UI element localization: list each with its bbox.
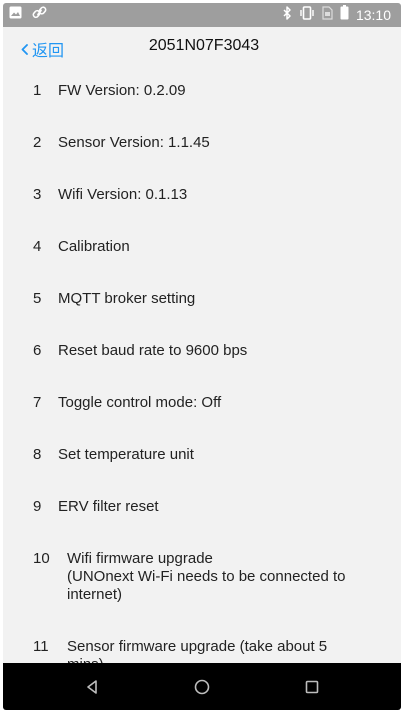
item-label: Reset baud rate to 9600 bps [58,342,248,359]
image-icon [9,6,22,24]
link-icon [32,6,47,24]
navigation-bar [3,663,401,710]
recents-square-icon [305,680,319,694]
item-label: Toggle control mode: Off [58,394,222,411]
item-number: 10 [33,550,50,567]
vibrate-icon [299,5,315,25]
item-label: ERV filter reset [58,498,159,515]
clock-time: 13:10 [355,7,391,23]
item-label: Wifi Version: 0.1.13 [58,186,188,203]
item-number: 6 [33,342,42,359]
status-bar: 13:10 [3,3,401,27]
item-number: 9 [33,498,42,515]
item-number: 3 [33,186,42,203]
item-number: 11 [33,638,49,655]
bluetooth-icon [283,5,292,25]
item-label: FW Version: 0.2.09 [58,82,186,99]
item-number: 7 [33,394,42,411]
item-label: Calibration [58,238,130,255]
nav-recents-button[interactable] [302,677,322,697]
app-header: 返回 2051N07F3043 [3,27,401,67]
item-number: 8 [33,446,42,463]
back-triangle-icon [87,680,97,694]
phone-screen: 13:10 返回 2051N07F3043 1 FW Version: 0.2.… [3,3,401,710]
sim-icon [322,5,333,25]
item-label: Wifi firmware upgrade (UNOnext Wi-Fi nee… [67,550,346,603]
home-circle-icon [194,679,210,695]
item-label: MQTT broker setting [58,290,196,307]
battery-icon [340,5,349,25]
item-label: Sensor Version: 1.1.45 [58,134,210,151]
status-bar-right: 13:10 [283,5,391,25]
item-label: Set temperature unit [58,446,194,463]
item-number: 1 [33,82,42,99]
nav-home-button[interactable] [192,677,212,697]
status-bar-left [9,6,47,24]
item-number: 5 [33,290,42,307]
item-number: 4 [33,238,42,255]
nav-back-button[interactable] [82,677,102,697]
item-number: 2 [33,134,42,151]
page-title: 2051N07F3043 [148,37,260,54]
